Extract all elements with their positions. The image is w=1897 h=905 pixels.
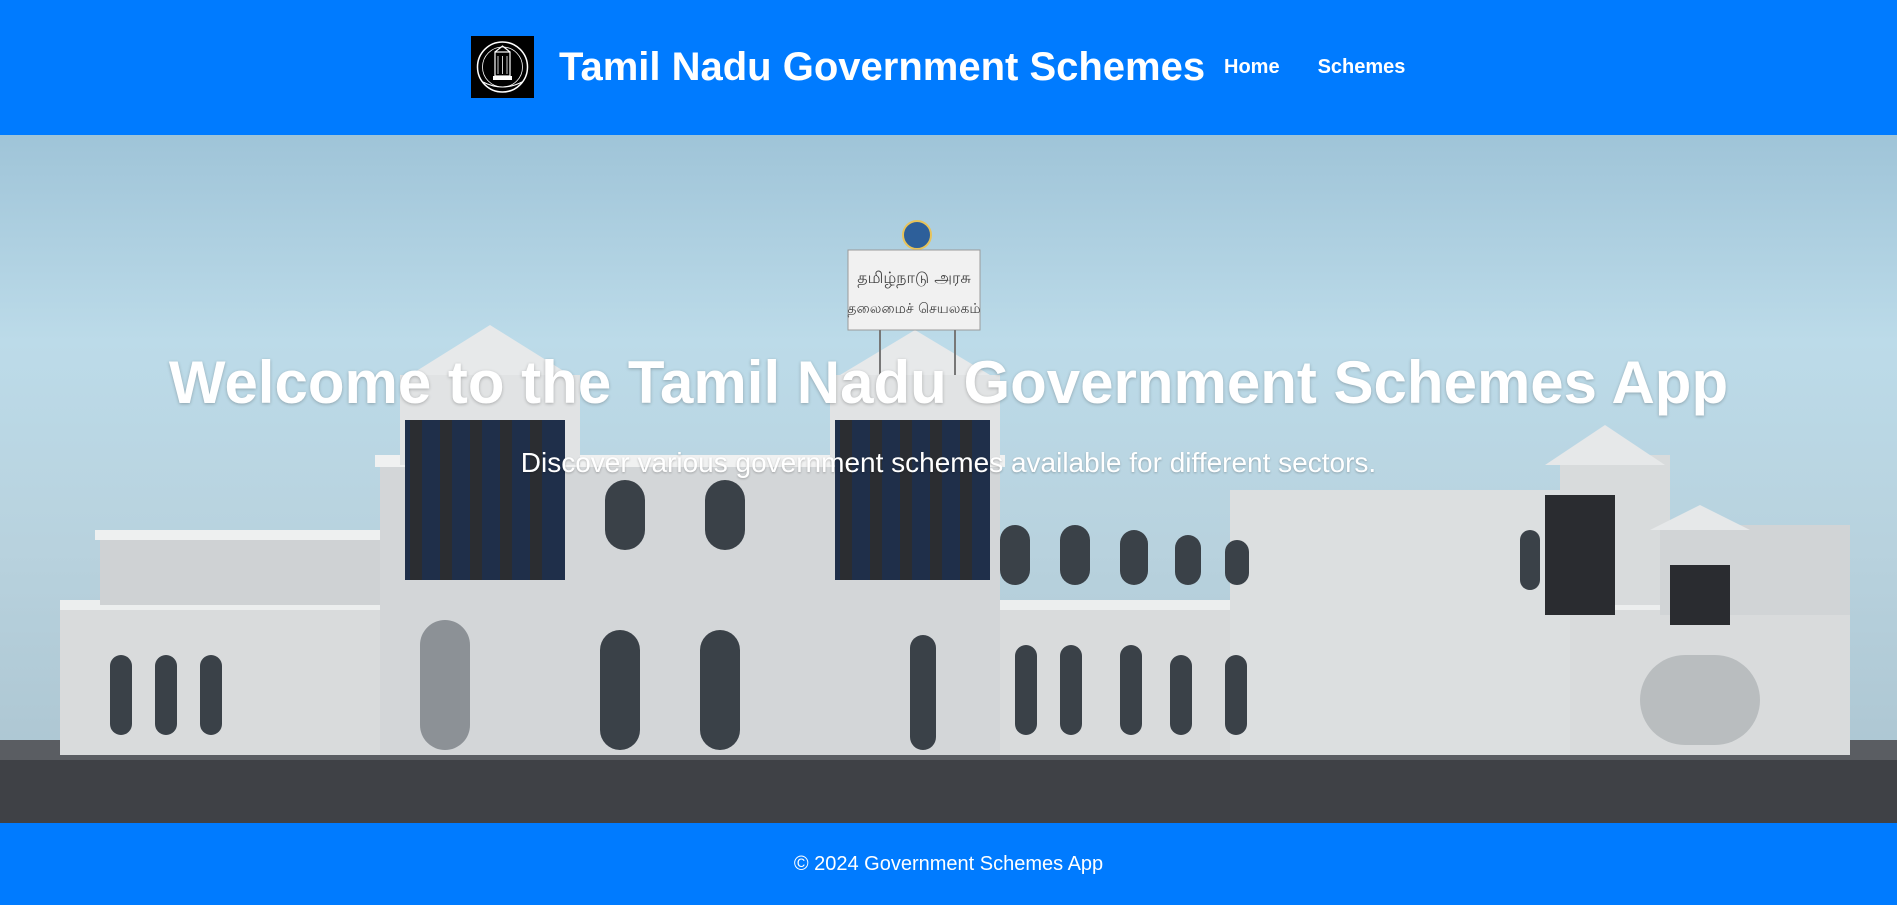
building-sign-line-2: தலைமைச் செயலகம் (847, 301, 980, 317)
building-sign-line-1: தமிழ்நாடு அரசு (857, 268, 971, 287)
site-footer: © 2024 Government Schemes App (0, 823, 1897, 905)
hero-banner: தமிழ்நாடு அரசு தலைமைச் செயலகம் Welcome t… (0, 135, 1897, 823)
hero-subtitle: Discover various government schemes avai… (520, 447, 1377, 478)
main-nav: Home Schemes (1224, 52, 1405, 82)
hero-title: Welcome to the Tamil Nadu Government Sch… (168, 349, 1729, 416)
nav-link-home[interactable]: Home (1224, 52, 1280, 82)
tamil-nadu-emblem-icon[interactable] (471, 36, 534, 98)
site-header: Tamil Nadu Government Schemes Home Schem… (0, 0, 1897, 135)
footer-copyright: © 2024 Government Schemes App (793, 853, 1104, 875)
nav-link-schemes[interactable]: Schemes (1318, 52, 1406, 82)
site-title: Tamil Nadu Government Schemes (559, 45, 1206, 89)
